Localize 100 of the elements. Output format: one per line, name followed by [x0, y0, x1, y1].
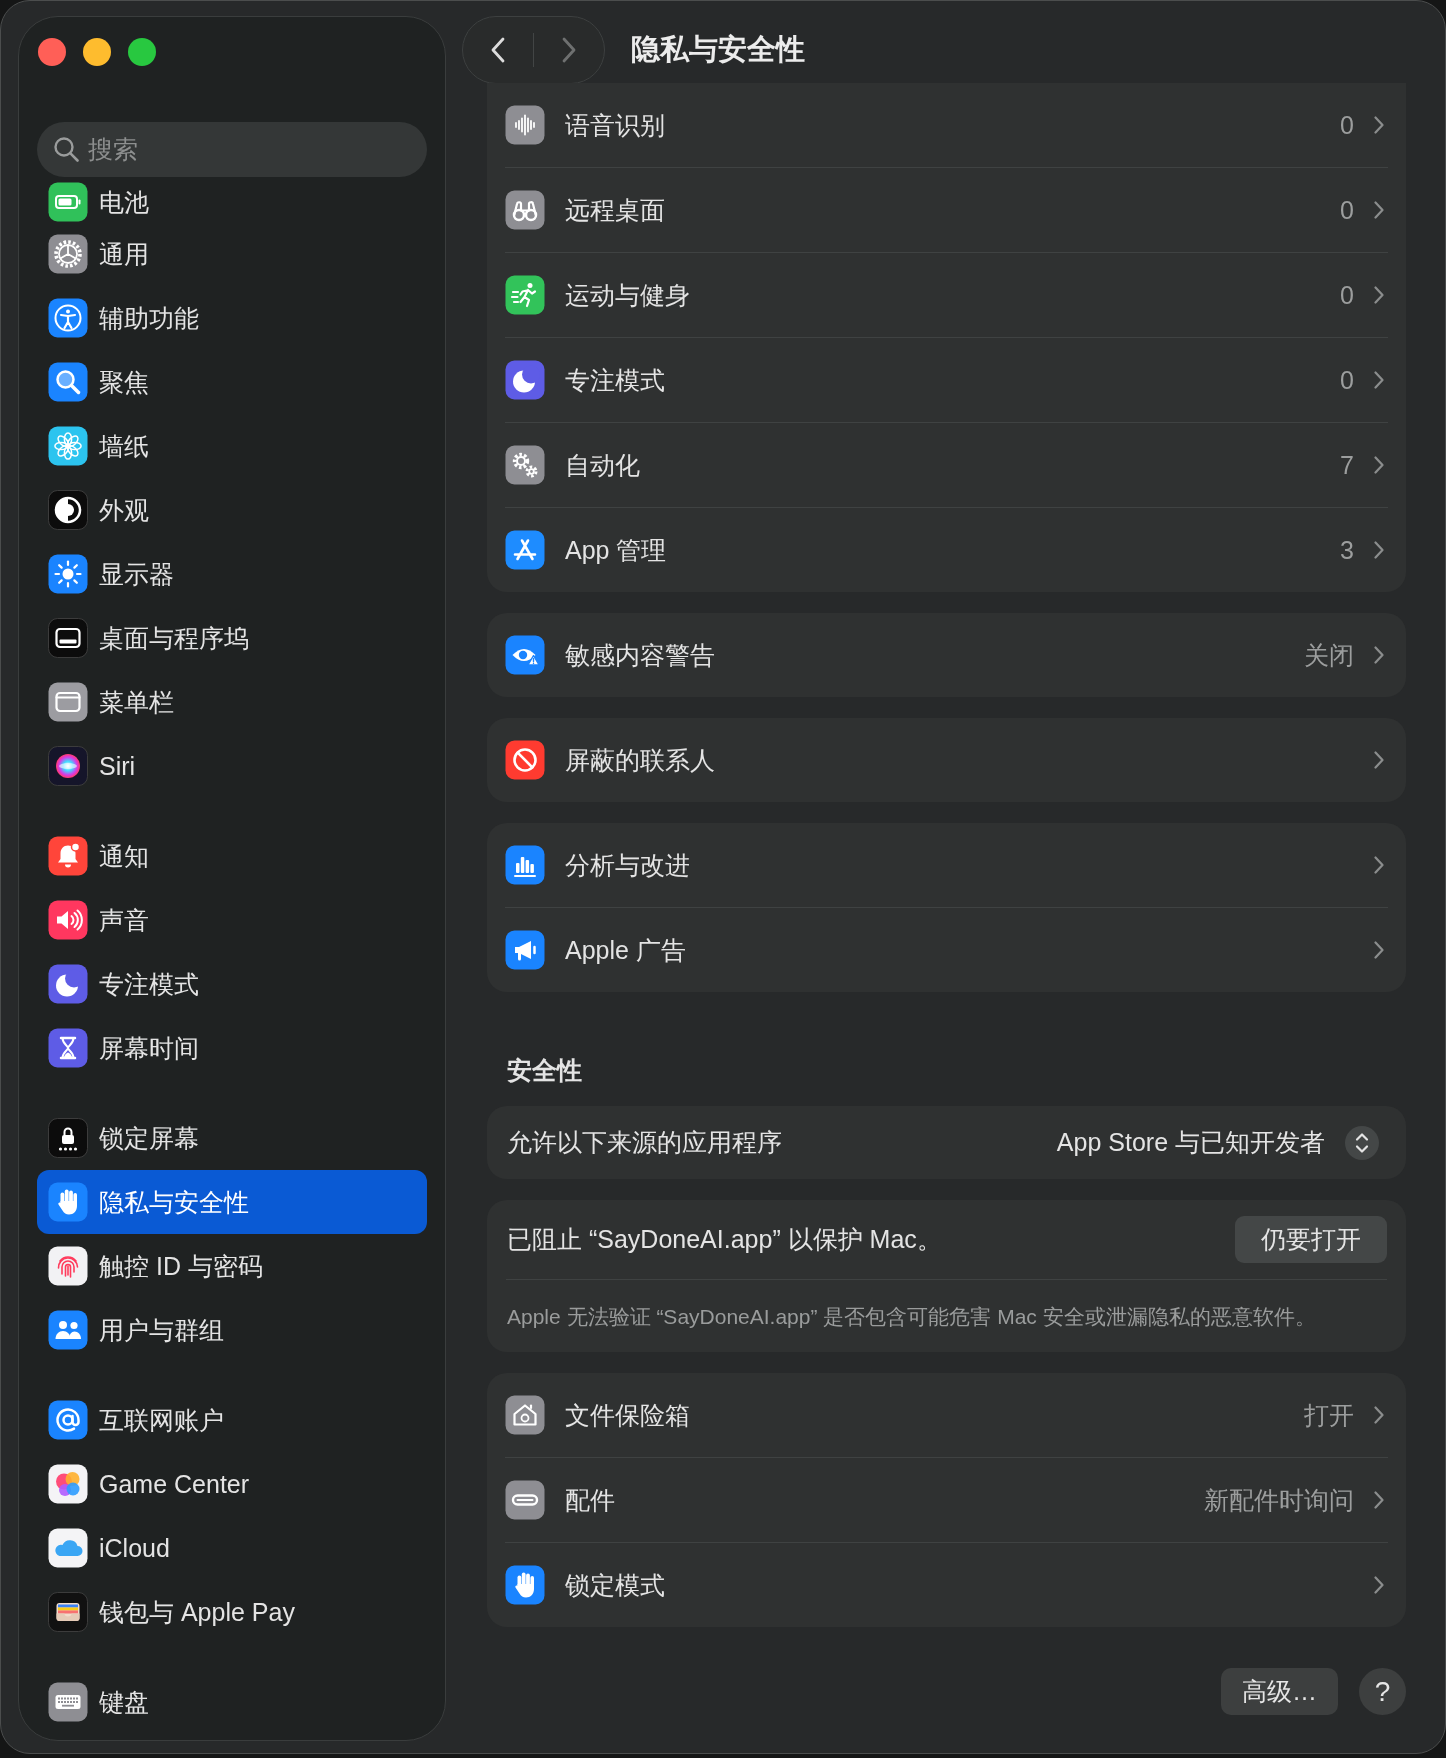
- bubbles-icon: [48, 1464, 88, 1504]
- chevron-right-icon: [1374, 856, 1384, 874]
- chevron-right-icon: [1374, 286, 1384, 304]
- sidebar-item[interactable]: 触控 ID 与密码: [37, 1234, 427, 1298]
- open-anyway-button[interactable]: 仍要打开: [1235, 1216, 1387, 1263]
- sidebar-item[interactable]: 互联网账户: [37, 1388, 427, 1452]
- sun-icon: [48, 554, 88, 594]
- warning-note: Apple 无法验证 “SayDoneAI.app” 是否包含可能危害 Mac 安全或泄漏隐私的恶意软件。: [507, 1305, 1316, 1327]
- sidebar-item[interactable]: 聚焦: [37, 350, 427, 414]
- source-popup[interactable]: App Store 与已知开发者: [1056, 1125, 1379, 1160]
- sidebar-item[interactable]: 用户与群组: [37, 1298, 427, 1362]
- sidebar-item[interactable]: 通知: [37, 824, 427, 888]
- settings-row[interactable]: 运动与健身 0: [487, 253, 1406, 337]
- sidebar-item[interactable]: iCloud: [37, 1516, 427, 1580]
- window-icon: [48, 682, 88, 722]
- sidebar-item[interactable]: 电池: [37, 182, 427, 222]
- sidebar-item[interactable]: 桌面与程序坞: [37, 606, 427, 670]
- bell-icon: [48, 836, 88, 876]
- gears-icon: [505, 445, 545, 485]
- stylized-a-icon: [505, 530, 545, 570]
- zoom-button[interactable]: [128, 38, 156, 66]
- chevron-right-icon: [1374, 541, 1384, 559]
- sidebar-item[interactable]: Siri: [37, 734, 427, 798]
- fingerprint-icon: [48, 1246, 88, 1286]
- sidebar-item[interactable]: Game Center: [37, 1452, 427, 1516]
- advanced-button[interactable]: 高级…: [1221, 1668, 1338, 1715]
- orb-icon: [48, 746, 88, 786]
- megaphone-icon: [505, 930, 545, 970]
- sidebar-item[interactable]: 锁定屏幕: [37, 1106, 427, 1170]
- chevron-right-icon: [1374, 646, 1384, 664]
- waveform-icon: [505, 105, 545, 145]
- sidebar-item[interactable]: 隐私与安全性: [37, 1170, 427, 1234]
- chevron-left-icon: [491, 37, 505, 63]
- setting-label: 允许以下来源的应用程序: [507, 1130, 782, 1155]
- moon-icon: [48, 964, 88, 1004]
- chevron-right-icon: [1374, 1576, 1384, 1594]
- settings-row[interactable]: App 管理 3: [487, 508, 1406, 592]
- chevron-right-icon: [1374, 1406, 1384, 1424]
- wallet-icon: [48, 1592, 88, 1632]
- moon-icon: [505, 360, 545, 400]
- bar-chart-icon: [505, 845, 545, 885]
- settings-row[interactable]: 语音识别 0: [487, 83, 1406, 167]
- cloud-icon: [48, 1528, 88, 1568]
- settings-row[interactable]: 锁定模式: [487, 1543, 1406, 1627]
- settings-row[interactable]: 远程桌面 0: [487, 168, 1406, 252]
- help-button[interactable]: ?: [1359, 1668, 1406, 1715]
- padlock-icon: [48, 1118, 88, 1158]
- settings-row[interactable]: 自动化 7: [487, 423, 1406, 507]
- speaker-icon: [48, 900, 88, 940]
- chevron-right-icon: [562, 37, 576, 63]
- flower-icon: [48, 426, 88, 466]
- settings-row[interactable]: 配件 新配件时询问: [487, 1458, 1406, 1542]
- sidebar-item[interactable]: 键盘: [37, 1670, 427, 1734]
- gear-icon: [48, 234, 88, 274]
- blocked-message: 已阻止 “SayDoneAI.app” 以保护 Mac。: [507, 1227, 942, 1252]
- sidebar-item[interactable]: 显示器: [37, 542, 427, 606]
- chevron-right-icon: [1374, 201, 1384, 219]
- house-icon: [505, 1395, 545, 1435]
- connector-icon: [505, 1480, 545, 1520]
- search-field[interactable]: 搜索: [37, 122, 427, 177]
- keyboard-icon: [48, 1682, 88, 1722]
- search-icon: [53, 136, 79, 162]
- section-heading: 安全性: [507, 1057, 582, 1083]
- sidebar-item[interactable]: 钱包与 Apple Pay: [37, 1580, 427, 1644]
- sidebar-item[interactable]: 专注模式: [37, 952, 427, 1016]
- accessibility-icon: [48, 298, 88, 338]
- eye-warning-icon: [505, 635, 545, 675]
- minimize-button[interactable]: [83, 38, 111, 66]
- settings-row[interactable]: Apple 广告: [487, 908, 1406, 992]
- close-button[interactable]: [38, 38, 66, 66]
- chevron-right-icon: [1374, 116, 1384, 134]
- chevron-right-icon: [1374, 456, 1384, 474]
- magnifier-icon: [48, 362, 88, 402]
- sidebar-item[interactable]: 菜单栏: [37, 670, 427, 734]
- page-title: 隐私与安全性: [631, 32, 805, 68]
- battery-icon: [48, 182, 88, 222]
- hourglass-icon: [48, 1028, 88, 1068]
- running-figure-icon: [505, 275, 545, 315]
- people-icon: [48, 1310, 88, 1350]
- hand-icon: [48, 1182, 88, 1222]
- dock-icon: [48, 618, 88, 658]
- settings-row[interactable]: 敏感内容警告 关闭: [487, 613, 1406, 697]
- chevron-right-icon: [1374, 1491, 1384, 1509]
- chevron-right-icon: [1374, 371, 1384, 389]
- binoculars-icon: [505, 190, 545, 230]
- prohibited-icon: [505, 740, 545, 780]
- sidebar-item[interactable]: 辅助功能: [37, 286, 427, 350]
- hand-icon: [505, 1565, 545, 1605]
- settings-row[interactable]: 文件保险箱 打开: [487, 1373, 1406, 1457]
- settings-row[interactable]: 专注模式 0: [487, 338, 1406, 422]
- chevron-right-icon: [1374, 751, 1384, 769]
- up-down-chevron-icon: [1345, 1125, 1379, 1160]
- settings-row[interactable]: 分析与改进: [487, 823, 1406, 907]
- settings-row[interactable]: 屏蔽的联系人: [487, 718, 1406, 802]
- sidebar-item[interactable]: 屏幕时间: [37, 1016, 427, 1080]
- sidebar-item[interactable]: 声音: [37, 888, 427, 952]
- at-sign-icon: [48, 1400, 88, 1440]
- sidebar-item[interactable]: 墙纸: [37, 414, 427, 478]
- sidebar-item[interactable]: 通用: [37, 222, 427, 286]
- sidebar-item[interactable]: 外观: [37, 478, 427, 542]
